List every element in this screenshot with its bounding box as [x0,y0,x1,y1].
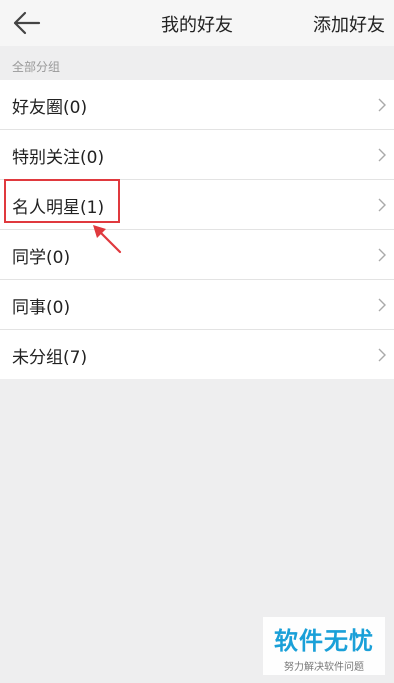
add-friend-button[interactable]: 添加好友 [313,11,385,37]
group-label: 未分组(7) [12,348,88,368]
group-row-special-follow[interactable]: 特别关注(0) [0,130,394,180]
chevron-right-icon [378,148,386,162]
chevron-right-icon [378,98,386,112]
annotation-arrow-icon [93,225,122,254]
watermark-subtitle: 努力解决软件问题 [284,662,364,673]
group-row-friend-circle[interactable]: 好友圈(0) [0,80,394,130]
watermark-title: 软件无忧 [274,627,374,655]
group-label: 同事(0) [12,298,71,318]
group-label: 好友圈(0) [12,98,88,118]
annotation-highlight-box [4,179,120,223]
chevron-right-icon [378,198,386,212]
watermark-logo: 软件无忧 努力解决软件问题 [263,617,385,675]
group-list: 好友圈(0) 特别关注(0) 名人明星(1) 同学(0) 同事(0) 未分组(7… [0,80,394,379]
group-row-classmates[interactable]: 同学(0) [0,230,394,280]
group-row-ungrouped[interactable]: 未分组(7) [0,330,394,379]
top-bar: 我的好友 添加好友 [0,0,394,46]
group-row-colleagues[interactable]: 同事(0) [0,280,394,330]
group-label: 同学(0) [12,248,71,268]
section-header-all-groups: 全部分组 [12,60,61,74]
chevron-right-icon [378,348,386,362]
chevron-right-icon [378,298,386,312]
group-label: 特别关注(0) [12,148,105,168]
chevron-right-icon [378,248,386,262]
